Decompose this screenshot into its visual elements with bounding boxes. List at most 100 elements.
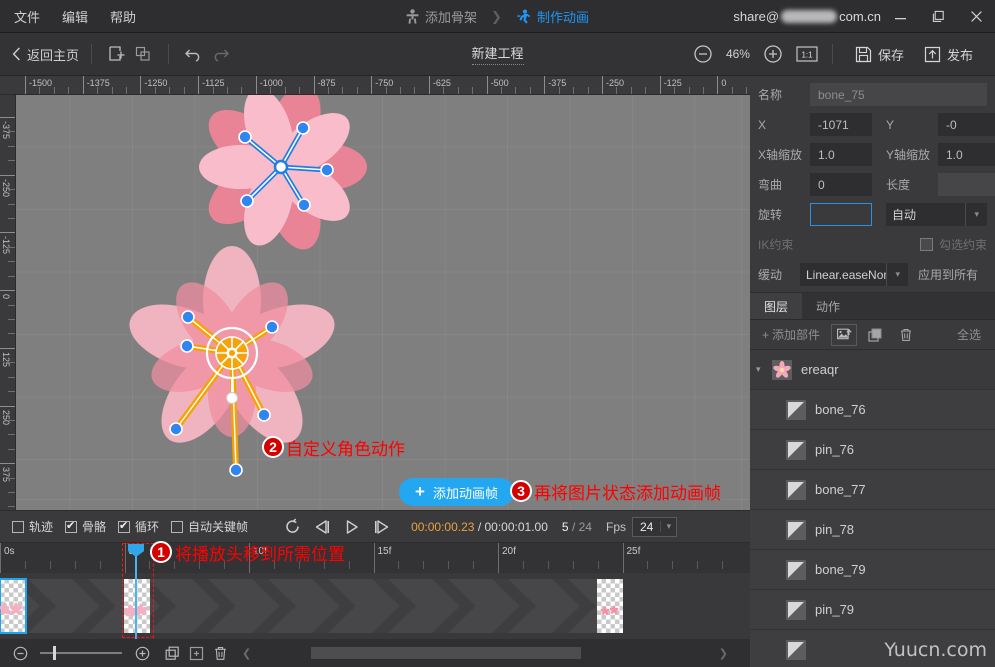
- chevron-down-icon[interactable]: ▾: [756, 364, 772, 375]
- scale-x-field[interactable]: 1.0: [810, 143, 872, 166]
- ik-constraint-checkbox[interactable]: 勾选约束: [919, 236, 987, 253]
- publish-button[interactable]: 发布: [914, 40, 983, 68]
- table-row[interactable]: bone_77: [750, 470, 995, 510]
- bend-field[interactable]: 0: [810, 173, 872, 196]
- slider-handle[interactable]: [53, 646, 56, 660]
- import-image-icon[interactable]: [831, 323, 858, 346]
- ruler-tick-label: 125: [1, 351, 11, 367]
- ruler-tick-label: -1250: [144, 78, 168, 88]
- redo-icon[interactable]: [207, 41, 233, 67]
- menu-file[interactable]: 文件: [14, 7, 40, 26]
- tab-actions[interactable]: 动作: [802, 293, 854, 319]
- chevron-strip: [0, 579, 750, 633]
- checkbox-bones[interactable]: 骨骼: [65, 518, 106, 535]
- duplicate-icon[interactable]: [130, 41, 156, 67]
- trash-icon[interactable]: [893, 324, 919, 346]
- rotate-mode-select[interactable]: 自动 ▾: [886, 203, 987, 226]
- zoom-out-icon[interactable]: [690, 41, 716, 67]
- checkbox-label: 骨骼: [82, 520, 107, 534]
- menu-help[interactable]: 帮助: [110, 7, 136, 26]
- checkbox-loop[interactable]: 循环: [118, 518, 159, 535]
- loop-icon[interactable]: [284, 518, 301, 535]
- add-part-button[interactable]: + 添加部件: [756, 324, 826, 346]
- checkbox-label: 循环: [135, 520, 160, 534]
- add-frame-icon[interactable]: [184, 641, 208, 665]
- transport-controls: [284, 518, 391, 535]
- table-row[interactable]: bone_76: [750, 390, 995, 430]
- plus-icon: +: [762, 327, 770, 342]
- ruler-minor-tick: [212, 87, 214, 94]
- horizontal-ruler[interactable]: -1500 -1375 -1250 -1125 -1000 -875 -750 -625 -50…: [0, 76, 750, 95]
- zoom-in-icon[interactable]: [130, 641, 154, 665]
- layer-group-row[interactable]: ▾ ereaqr: [750, 350, 995, 390]
- timeline-tick-label: 25f: [626, 546, 641, 557]
- ruler-tick: -1500: [25, 76, 52, 94]
- minimize-button[interactable]: [881, 0, 919, 33]
- menu-edit[interactable]: 编辑: [62, 7, 88, 26]
- timeline-track[interactable]: [0, 573, 750, 639]
- easing-select[interactable]: Linear.easeNone ▾: [800, 263, 908, 286]
- keyframe-cell-22[interactable]: [597, 579, 623, 633]
- undo-icon[interactable]: [181, 41, 207, 67]
- project-title[interactable]: 新建工程: [471, 43, 524, 65]
- add-animation-frame-button[interactable]: + 添加动画帧: [399, 478, 514, 506]
- new-file-icon[interactable]: [104, 41, 130, 67]
- copy-icon[interactable]: [862, 324, 888, 346]
- ruler-minor-tick: [327, 87, 329, 94]
- layers-list[interactable]: ▾ ereaqr bone_76 pin_76 bone_77 pin_78 b…: [750, 350, 995, 667]
- zoom-out-icon[interactable]: [8, 641, 32, 665]
- tab-layers[interactable]: 图层: [750, 293, 803, 319]
- rotate-mode-value: 自动: [892, 208, 917, 222]
- actual-size-button[interactable]: 1:1: [794, 41, 820, 67]
- length-field[interactable]: [938, 173, 995, 196]
- apply-all-button[interactable]: 应用到所有: [918, 266, 978, 283]
- scale-y-label: Y轴缩放: [886, 148, 931, 162]
- table-row[interactable]: pin_78: [750, 510, 995, 550]
- keyframe-cell-0[interactable]: [0, 578, 27, 634]
- zoom-level[interactable]: 46%: [716, 47, 760, 61]
- table-row[interactable]: bone_79: [750, 550, 995, 590]
- fps-select[interactable]: 24 ▾: [632, 516, 678, 537]
- trash-icon[interactable]: [208, 641, 232, 665]
- checkbox-trajectory[interactable]: 轨迹: [12, 518, 53, 535]
- chevron-right-icon[interactable]: ❯: [719, 647, 728, 660]
- bone-icon: [786, 479, 806, 500]
- back-home-button[interactable]: 返回主页: [0, 45, 79, 64]
- ruler-tick: 250: [0, 405, 15, 425]
- chevron-left-icon[interactable]: ❮: [242, 647, 251, 660]
- save-button[interactable]: 保存: [845, 40, 914, 68]
- horizontal-scrollbar[interactable]: ❮ ❯: [242, 647, 728, 660]
- timeline-ruler[interactable]: 0s5f10f15f20f25f: [0, 543, 750, 573]
- easing-label: 缓动: [758, 268, 783, 282]
- y-field[interactable]: -0: [938, 113, 995, 136]
- timeline-zoom-slider[interactable]: [40, 646, 122, 660]
- step-add-skeleton[interactable]: 添加骨架: [406, 7, 477, 26]
- canvas-viewport[interactable]: 2 自定义角色动作 + 添加动画帧 3 再将图片状态添加动画帧: [16, 95, 750, 510]
- x-field[interactable]: -1071: [810, 113, 872, 136]
- close-button[interactable]: [957, 0, 995, 33]
- prev-frame-icon[interactable]: [313, 519, 331, 535]
- maximize-button[interactable]: [919, 0, 957, 33]
- ruler-tick: -125: [659, 76, 682, 94]
- scrollbar-thumb[interactable]: [311, 647, 582, 659]
- rotate-field[interactable]: [810, 203, 872, 226]
- select-all-button[interactable]: 全选: [949, 324, 989, 346]
- checkbox-autokey[interactable]: 自动关键帧: [171, 518, 248, 535]
- zoom-in-icon[interactable]: [760, 41, 786, 67]
- ruler-minor-tick: [746, 87, 748, 94]
- account-email[interactable]: share@ com.cn: [733, 9, 881, 24]
- name-field[interactable]: bone_75: [810, 83, 987, 106]
- next-frame-icon[interactable]: [373, 519, 391, 535]
- ruler-tick-label: -250: [1, 178, 11, 197]
- copy-frame-icon[interactable]: [160, 641, 184, 665]
- scale-y-field[interactable]: 1.0: [938, 143, 995, 166]
- step-make-animation[interactable]: 制作动画: [516, 7, 589, 26]
- layer-name: pin_79: [815, 602, 855, 617]
- table-row[interactable]: pin_76: [750, 430, 995, 470]
- length-label: 长度: [886, 178, 911, 192]
- timeline-minor-tick: [672, 561, 674, 569]
- vertical-ruler[interactable]: -375 -250 -125 0 125 250 375: [0, 95, 16, 510]
- play-icon[interactable]: [343, 519, 361, 535]
- ruler-minor-tick: [400, 87, 402, 94]
- table-row[interactable]: pin_79: [750, 590, 995, 630]
